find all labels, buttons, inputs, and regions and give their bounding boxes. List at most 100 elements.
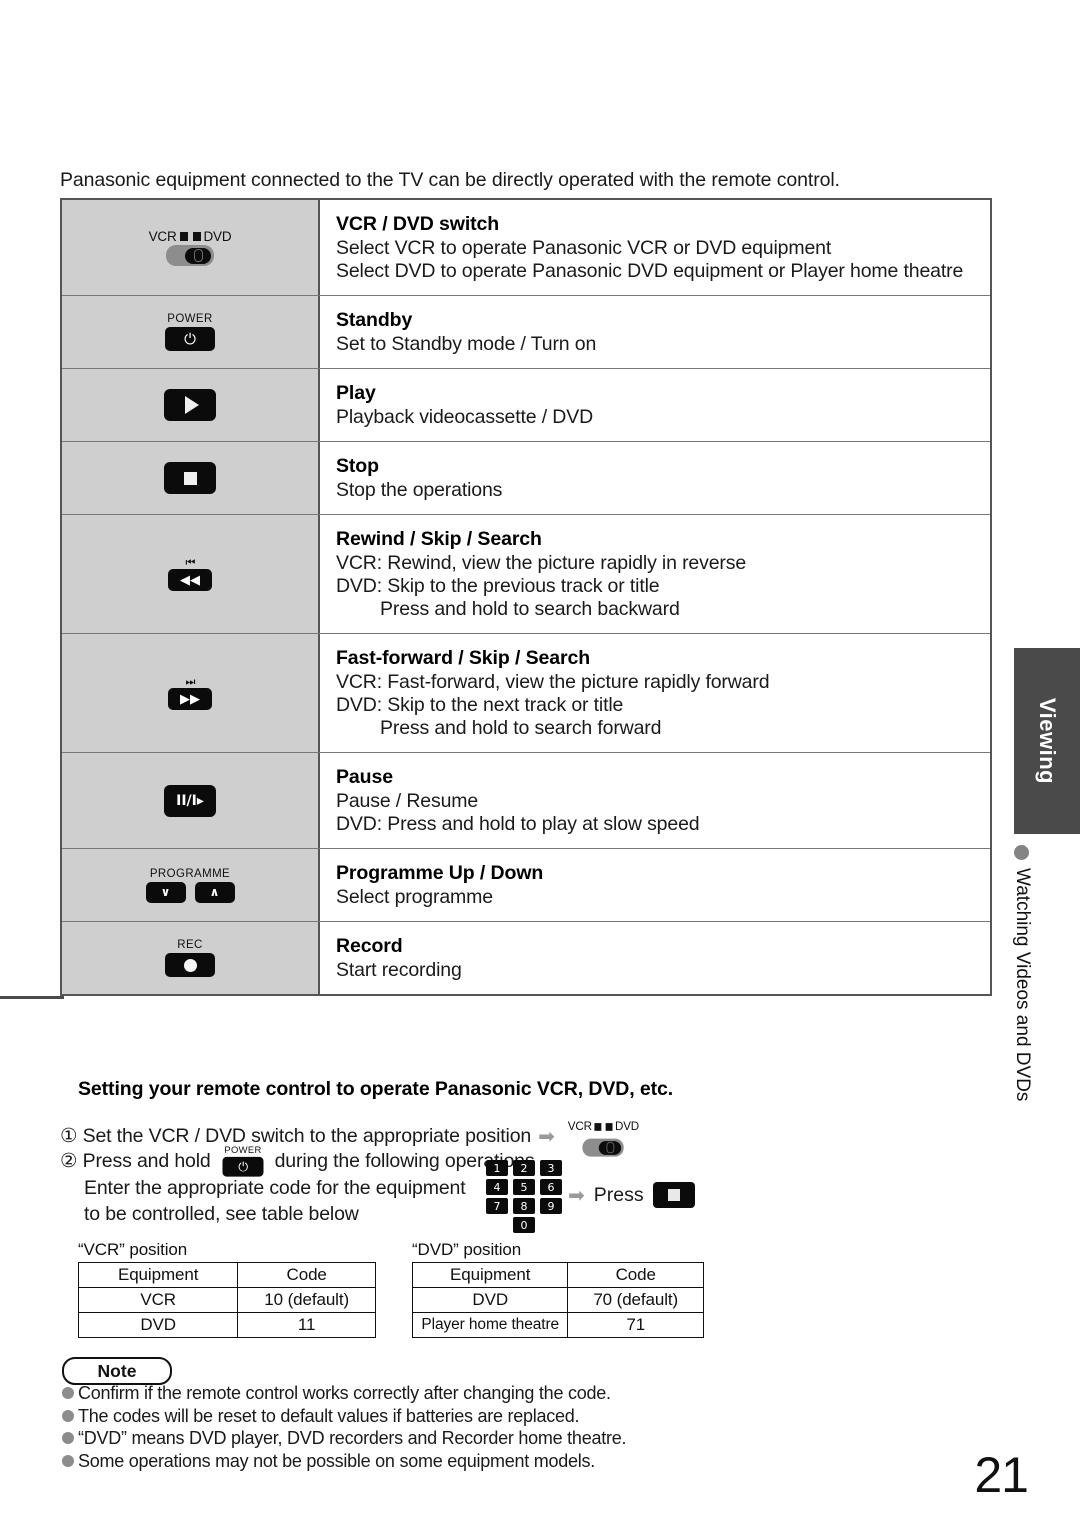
table-row: REC Record Start recording (62, 922, 990, 994)
switch-label-vcr: VCR (148, 229, 177, 244)
programme-key-pair: ∨ ∧ (145, 881, 235, 903)
table-row: ⏭ ▶▶ Fast-forward / Skip / Search VCR: F… (62, 634, 990, 753)
record-button-icon: REC (165, 939, 215, 977)
power-key: ⏻ (165, 327, 215, 351)
switch-label-dvd: DVD (203, 229, 232, 244)
note-item-text: Confirm if the remote control works corr… (78, 1383, 611, 1403)
pause-key: II/I▸ (164, 784, 216, 817)
note-item-text: Some operations may not be possible on s… (78, 1450, 596, 1471)
header-code: Code (237, 1262, 376, 1288)
bullet-icon (62, 1409, 74, 1422)
function-line: Playback videocassette / DVD (336, 406, 594, 428)
table-row: Stop Stop the operations (62, 442, 990, 515)
switch-label-vcr: VCR (567, 1119, 592, 1133)
function-line: Select programme (336, 886, 493, 908)
description-cell: Programme Up / Down Select programme (320, 849, 990, 921)
sidebar-tab-label: Viewing (1035, 697, 1060, 785)
fast-forward-button-icon: ⏭ ▶▶ (168, 676, 212, 710)
header-equipment: Equipment (411, 1262, 569, 1288)
play-glyph-icon (184, 396, 199, 414)
description-cell: Fast-forward / Skip / Search VCR: Fast-f… (320, 634, 990, 752)
rewind-button-icon: ⏮ ◀◀ (168, 557, 212, 591)
programme-down-key: ∨ (145, 881, 186, 903)
rewind-glyph-icon: ◀◀ (180, 572, 200, 588)
function-line: DVD: Press and hold to play at slow spee… (336, 813, 700, 835)
record-key (165, 953, 215, 977)
function-line: Select DVD to operate Panasonic DVD equi… (336, 260, 964, 282)
key-caption: POWER (223, 1145, 262, 1156)
page-number: 21 (974, 1447, 1029, 1503)
pause-button-icon: II/I▸ (164, 784, 216, 817)
note-item-text: “DVD” means DVD player, DVD recorders an… (78, 1428, 627, 1448)
setup-step-3-line-2: to be controlled, see table below (84, 1203, 359, 1225)
function-title: Pause (336, 766, 393, 788)
switch-marker-icon (605, 1122, 613, 1131)
table-row: VCR DVD VCR / DVD switch Select VCR to o… (62, 200, 990, 296)
intro-text: Panasonic equipment connected to the TV … (60, 169, 840, 191)
inline-switch-track (582, 1138, 624, 1157)
vcr-dvd-switch-icon: VCR DVD (149, 229, 232, 266)
switch-marker-icon (179, 232, 188, 241)
switch-label-dvd: DVD (614, 1119, 639, 1133)
play-key (164, 389, 216, 421)
function-line: Pause / Resume (336, 790, 479, 812)
setup-step-3-line-1: Enter the appropriate code for the equip… (84, 1177, 466, 1199)
rewind-key: ◀◀ (168, 569, 212, 591)
inline-switch-caption-row: VCR DVD (568, 1115, 639, 1137)
function-line: Press and hold to search forward (380, 717, 662, 739)
function-line: VCR: Rewind, view the picture rapidly in… (336, 552, 747, 574)
note-item: Some operations may not be possible on s… (62, 1450, 762, 1473)
num-key-1: 1 (486, 1160, 508, 1176)
keypad-row: 0 (513, 1217, 535, 1233)
function-title: Stop (336, 455, 379, 477)
note-item-text: The codes will be reset to default value… (78, 1405, 580, 1426)
switch-caption-row: VCR DVD (149, 229, 232, 244)
note-item: Confirm if the remote control works corr… (62, 1382, 762, 1405)
description-cell: Play Playback videocassette / DVD (320, 369, 990, 441)
vcr-code-table: Equipment Code VCR 10 (default) DVD 11 (77, 1262, 376, 1338)
keypad-row: 4 5 6 (486, 1179, 562, 1195)
sidebar-tab-viewing[interactable]: Viewing (1014, 648, 1080, 834)
power-glyph-icon: ⏻ (184, 329, 196, 348)
cell-code: 11 (237, 1312, 376, 1338)
icon-cell: PROGRAMME ∨ ∧ (62, 849, 320, 921)
table-row: VCR 10 (default) (77, 1287, 376, 1313)
bullet-icon (62, 1432, 74, 1444)
num-key-3: 3 (540, 1160, 562, 1176)
function-title: Fast-forward / Skip / Search (336, 647, 591, 669)
bullet-icon (62, 1387, 74, 1399)
power-glyph-icon: ⏻ (237, 1158, 248, 1174)
note-item: “DVD” means DVD player, DVD recorders an… (62, 1427, 762, 1450)
description-cell: Standby Set to Standby mode / Turn on (320, 296, 990, 368)
skip-forward-icon: ⏭ (185, 675, 196, 688)
cell-code: 71 (567, 1312, 704, 1338)
table-row: POWER ⏻ Standby Set to Standby mode / Tu… (62, 296, 990, 369)
icon-cell: II/I▸ (62, 753, 320, 848)
icon-cell (62, 442, 320, 514)
description-cell: Pause Pause / Resume DVD: Press and hold… (320, 753, 990, 848)
table-row: II/I▸ Pause Pause / Resume DVD: Press an… (62, 753, 990, 849)
note-item: The codes will be reset to default value… (62, 1405, 762, 1428)
cell-equipment: DVD (77, 1312, 239, 1338)
setup-step-2-text-a: ② Press and hold (60, 1150, 211, 1172)
key-caption: REC (177, 939, 203, 951)
keypad-row: 1 2 3 (486, 1160, 562, 1176)
inline-power-key: ⏻ (222, 1156, 264, 1177)
num-key-0: 0 (513, 1217, 535, 1233)
switch-marker-icon (594, 1122, 601, 1131)
function-line: Press and hold to search backward (380, 598, 680, 620)
stop-key (164, 462, 216, 494)
bullet-icon (62, 1454, 74, 1467)
header-code: Code (567, 1262, 704, 1288)
inline-power-button-icon: POWER ⏻ (222, 1145, 264, 1177)
icon-cell: POWER ⏻ (62, 296, 320, 368)
switch-marker-icon (192, 232, 201, 241)
icon-cell: VCR DVD (62, 200, 320, 295)
play-button-icon (164, 389, 216, 421)
power-button-icon: POWER ⏻ (165, 313, 215, 351)
description-cell: Record Start recording (320, 922, 990, 994)
function-line: Set to Standby mode / Turn on (336, 333, 597, 355)
chevron-down-icon: ∨ (160, 885, 171, 899)
description-cell: Stop Stop the operations (320, 442, 990, 514)
icon-cell (62, 369, 320, 441)
